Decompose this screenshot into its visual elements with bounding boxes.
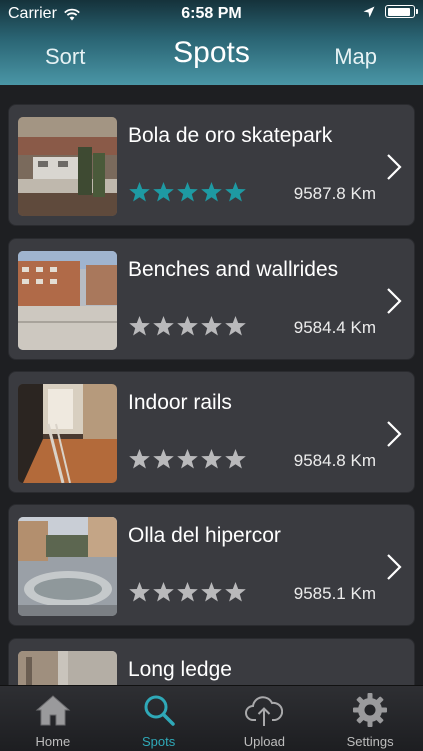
star-empty-icon[interactable] — [176, 448, 199, 470]
spot-distance: 9585.1 Km — [293, 584, 376, 603]
spot-card[interactable]: Bola de oro skatepark 9587.8 Km — [8, 104, 415, 226]
location-arrow-icon — [363, 6, 375, 17]
spot-thumbnail — [18, 117, 117, 216]
star-empty-icon[interactable] — [176, 581, 199, 603]
star-filled-icon[interactable] — [224, 181, 247, 203]
spot-name: Bola de oro skatepark — [128, 124, 333, 147]
star-filled-icon[interactable] — [152, 181, 175, 203]
spot-list[interactable]: Bola de oro skatepark 9587.8 Km Benches an… — [0, 85, 423, 685]
map-button[interactable]: Map — [334, 44, 377, 70]
tab-settings[interactable]: Settings — [317, 686, 423, 751]
tab-bar: Home Spots Upload Settings — [0, 685, 423, 751]
clock: 6:58 PM — [181, 5, 242, 22]
status-bar: Carrier 6:58 PM — [0, 0, 423, 30]
home-icon — [35, 695, 71, 726]
star-rating[interactable] — [128, 448, 247, 470]
search-icon — [144, 695, 175, 726]
star-filled-icon[interactable] — [176, 181, 199, 203]
star-empty-icon[interactable] — [224, 581, 247, 603]
spot-name: Olla del hipercor — [128, 524, 281, 547]
tab-upload-label: Upload — [243, 734, 285, 749]
star-rating[interactable] — [128, 315, 247, 337]
chevron-right-icon[interactable] — [386, 287, 402, 315]
spot-card[interactable]: Indoor rails 9584.8 Km — [8, 371, 415, 493]
header: Carrier 6:58 PM Sort Spots Map — [0, 0, 423, 85]
tab-upload[interactable]: Upload — [212, 686, 318, 751]
star-empty-icon[interactable] — [176, 315, 199, 337]
star-empty-icon[interactable] — [128, 315, 151, 337]
star-empty-icon[interactable] — [152, 315, 175, 337]
tab-spots[interactable]: Spots — [106, 686, 212, 751]
tab-spots-label: Spots — [142, 734, 176, 749]
cloud-upload-icon — [245, 696, 284, 726]
spot-distance: 9587.8 Km — [293, 184, 376, 203]
star-empty-icon[interactable] — [152, 581, 175, 603]
chevron-right-icon[interactable] — [386, 420, 402, 448]
star-filled-icon[interactable] — [128, 181, 151, 203]
chevron-right-icon[interactable] — [386, 153, 402, 181]
spot-card[interactable]: Benches and wallrides 9584.4 Km — [8, 238, 415, 360]
spot-thumbnail — [18, 384, 117, 483]
tab-home[interactable]: Home — [0, 686, 106, 751]
gear-icon — [353, 693, 388, 727]
spot-name: Long ledge — [128, 658, 232, 681]
star-empty-icon[interactable] — [128, 448, 151, 470]
star-empty-icon[interactable] — [152, 448, 175, 470]
battery-icon — [385, 5, 418, 18]
star-empty-icon[interactable] — [200, 581, 223, 603]
navigation-bar: Sort Spots Map — [0, 30, 423, 82]
spot-thumbnail — [18, 517, 117, 616]
chevron-right-icon[interactable] — [386, 553, 402, 581]
star-rating[interactable] — [128, 581, 247, 603]
spot-card[interactable]: Olla del hipercor 9585.1 Km — [8, 504, 415, 626]
spot-name: Benches and wallrides — [128, 258, 339, 281]
star-empty-icon[interactable] — [128, 581, 151, 603]
spot-distance: 9584.8 Km — [293, 451, 376, 470]
star-filled-icon[interactable] — [200, 181, 223, 203]
star-empty-icon[interactable] — [224, 448, 247, 470]
spot-card[interactable]: Long ledge — [8, 638, 415, 685]
spot-thumbnail — [18, 651, 117, 685]
tab-settings-label: Settings — [346, 734, 394, 749]
star-empty-icon[interactable] — [200, 448, 223, 470]
spot-name: Indoor rails — [128, 391, 232, 414]
spot-thumbnail — [18, 251, 117, 350]
star-empty-icon[interactable] — [224, 315, 247, 337]
spot-distance: 9584.4 Km — [293, 318, 376, 337]
tab-home-label: Home — [35, 734, 71, 749]
star-rating[interactable] — [128, 181, 247, 203]
star-empty-icon[interactable] — [200, 315, 223, 337]
